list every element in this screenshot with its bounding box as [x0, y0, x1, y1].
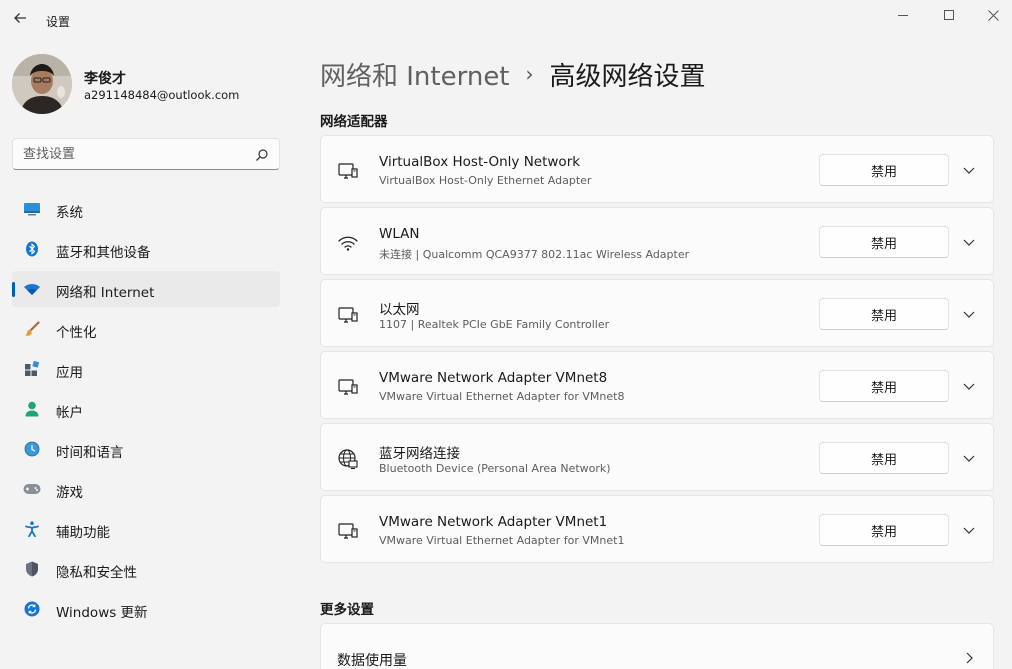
- accessibility-icon: [23, 521, 41, 537]
- adapter-card[interactable]: 以太网 1107 | Realtek PCIe GbE Family Contr…: [320, 279, 994, 347]
- adapter-card[interactable]: VMware Network Adapter VMnet8 VMware Vir…: [320, 351, 994, 419]
- sidebar-item-label: 游戏: [56, 485, 83, 501]
- sidebar-item-bluetooth[interactable]: 蓝牙和其他设备: [12, 231, 280, 267]
- sidebar-item-label: 辅助功能: [56, 525, 110, 541]
- sidebar-item-label: 帐户: [56, 405, 83, 421]
- person-icon: [23, 401, 41, 417]
- minimize-icon: [898, 14, 908, 16]
- back-button[interactable]: [8, 8, 32, 32]
- app-title: 设置: [46, 15, 71, 29]
- sidebar-item-label: 时间和语言: [56, 445, 124, 461]
- sidebar-item-label: 隐私和安全性: [56, 565, 137, 581]
- adapter-card[interactable]: 蓝牙网络连接 Bluetooth Device (Personal Area N…: [320, 423, 994, 491]
- avatar[interactable]: [12, 54, 72, 114]
- sidebar-nav: 系统 蓝牙和其他设备 网络和 Internet 个性化 应用 帐户 时间和语言 …: [12, 191, 280, 631]
- minimize-button[interactable]: [880, 0, 926, 30]
- sidebar-item-label: 应用: [56, 365, 83, 381]
- close-icon: [987, 6, 999, 25]
- maximize-icon: [944, 10, 954, 20]
- chevron-down-icon[interactable]: [961, 378, 977, 394]
- close-button[interactable]: [970, 0, 1012, 30]
- search-input[interactable]: [13, 139, 243, 169]
- disable-button[interactable]: 禁用: [819, 442, 949, 474]
- sidebar-item-network[interactable]: 网络和 Internet: [12, 271, 280, 307]
- adapter-description: VMware Virtual Ethernet Adapter for VMne…: [379, 534, 625, 547]
- data-usage-row[interactable]: 数据使用量: [320, 623, 994, 669]
- ethernet-monitor-icon: [337, 304, 359, 326]
- arrow-left-icon: [13, 11, 27, 29]
- sidebar-item-accounts[interactable]: 帐户: [12, 391, 280, 427]
- chevron-down-icon[interactable]: [961, 234, 977, 250]
- gamepad-icon: [23, 481, 41, 497]
- sidebar-item-accessibility[interactable]: 辅助功能: [12, 511, 280, 547]
- chevron-down-icon[interactable]: [961, 450, 977, 466]
- ethernet-monitor-icon: [337, 376, 359, 398]
- adapter-name: 蓝牙网络连接: [379, 446, 460, 462]
- sidebar-item-privacy[interactable]: 隐私和安全性: [12, 551, 280, 587]
- sidebar-item-personalization[interactable]: 个性化: [12, 311, 280, 347]
- adapter-description: VMware Virtual Ethernet Adapter for VMne…: [379, 390, 625, 403]
- search-icon[interactable]: [255, 147, 269, 161]
- wifi-icon: [337, 232, 359, 254]
- adapter-description: VirtualBox Host-Only Ethernet Adapter: [379, 174, 592, 187]
- wifi-icon: [23, 281, 41, 297]
- shield-icon: [23, 561, 41, 577]
- breadcrumb-separator: ›: [525, 62, 534, 86]
- disable-button[interactable]: 禁用: [819, 154, 949, 186]
- adapter-list: VirtualBox Host-Only Network VirtualBox …: [320, 135, 994, 567]
- sidebar-item-label: 系统: [56, 205, 83, 221]
- adapter-description: 未连接 | Qualcomm QCA9377 802.11ac Wireless…: [379, 248, 690, 261]
- disable-button[interactable]: 禁用: [819, 370, 949, 402]
- breadcrumb-parent[interactable]: 网络和 Internet: [320, 56, 510, 93]
- sidebar-item-apps[interactable]: 应用: [12, 351, 280, 387]
- sidebar-item-label: 蓝牙和其他设备: [56, 245, 151, 261]
- search-box[interactable]: [12, 138, 280, 170]
- bluetooth-icon: [23, 241, 41, 257]
- sidebar-item-label: 个性化: [56, 325, 97, 341]
- breadcrumb: 网络和 Internet › 高级网络设置: [320, 54, 706, 94]
- sidebar-item-label: Windows 更新: [56, 605, 148, 621]
- adapter-name: VMware Network Adapter VMnet8: [379, 370, 608, 386]
- paintbrush-icon: [23, 321, 41, 337]
- adapter-name: 以太网: [379, 302, 420, 318]
- globe-network-icon: [337, 448, 359, 470]
- sidebar-item-system[interactable]: 系统: [12, 191, 280, 227]
- adapter-name: VMware Network Adapter VMnet1: [379, 514, 608, 530]
- sidebar-item-windows-update[interactable]: Windows 更新: [12, 591, 280, 627]
- title-bar: 设置: [0, 0, 1012, 42]
- ethernet-monitor-icon: [337, 520, 359, 542]
- chevron-down-icon[interactable]: [961, 522, 977, 538]
- adapter-description: Bluetooth Device (Personal Area Network): [379, 462, 611, 475]
- page-title: 高级网络设置: [549, 61, 706, 92]
- sidebar-item-label: 网络和 Internet: [56, 285, 155, 301]
- adapter-name: VirtualBox Host-Only Network: [379, 154, 581, 170]
- section-title-adapters: 网络适配器: [320, 114, 388, 130]
- disable-button[interactable]: 禁用: [819, 226, 949, 258]
- maximize-button[interactable]: [926, 0, 972, 30]
- disable-button[interactable]: 禁用: [819, 514, 949, 546]
- data-usage-label: 数据使用量: [337, 653, 407, 669]
- sync-icon: [23, 601, 41, 617]
- chevron-down-icon[interactable]: [961, 162, 977, 178]
- chevron-down-icon[interactable]: [961, 306, 977, 322]
- section-title-more-settings: 更多设置: [320, 602, 374, 618]
- user-email: a291148484@outlook.com: [84, 88, 240, 102]
- adapter-description: 1107 | Realtek PCIe GbE Family Controlle…: [379, 318, 610, 331]
- adapter-card[interactable]: VirtualBox Host-Only Network VirtualBox …: [320, 135, 994, 203]
- user-name: 李俊才: [84, 71, 126, 87]
- apps-icon: [23, 361, 41, 377]
- adapter-card[interactable]: WLAN 未连接 | Qualcomm QCA9377 802.11ac Wir…: [320, 207, 994, 275]
- ethernet-monitor-icon: [337, 160, 359, 182]
- system-display-icon: [23, 201, 41, 217]
- adapter-name: WLAN: [379, 226, 420, 242]
- sidebar-item-gaming[interactable]: 游戏: [12, 471, 280, 507]
- disable-button[interactable]: 禁用: [819, 298, 949, 330]
- adapter-card[interactable]: VMware Network Adapter VMnet1 VMware Vir…: [320, 495, 994, 563]
- chevron-right-icon[interactable]: [961, 650, 977, 666]
- sidebar-item-time-language[interactable]: 时间和语言: [12, 431, 280, 467]
- globe-clock-icon: [23, 441, 41, 457]
